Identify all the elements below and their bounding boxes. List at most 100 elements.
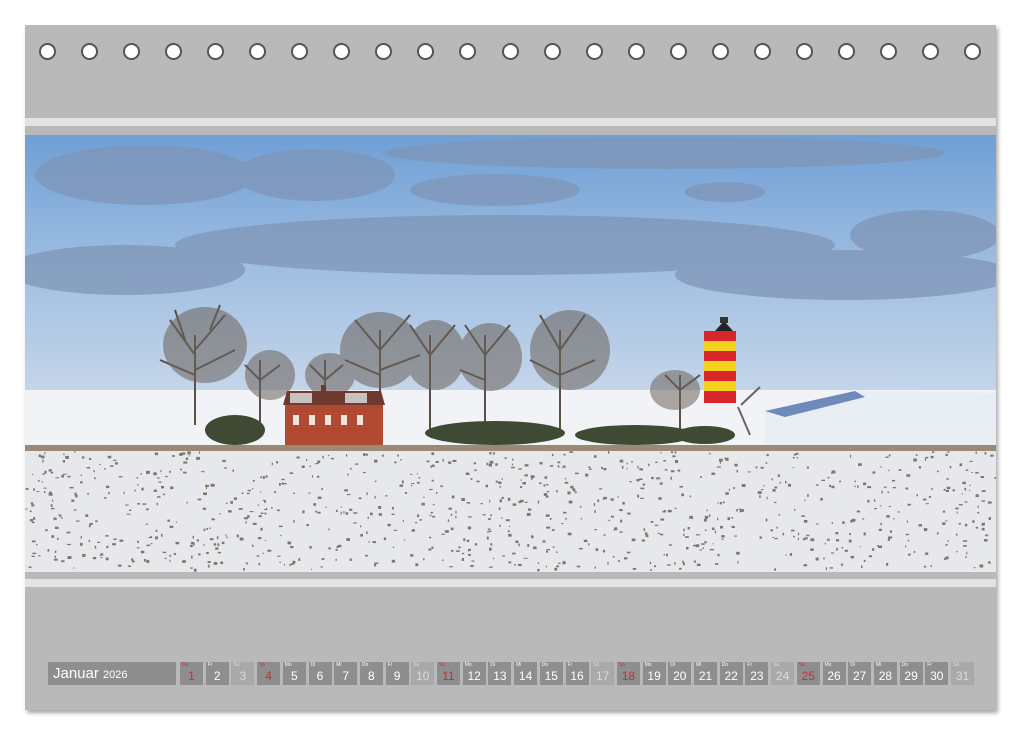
binding-hole — [711, 43, 729, 60]
day-number: 8 — [368, 669, 375, 683]
day-cell: Do 22 — [719, 662, 743, 685]
binding-hole — [501, 43, 519, 60]
day-cell: Sa 31 — [951, 662, 974, 685]
day-cell: So 18 — [616, 662, 640, 685]
weekday-label: So — [439, 662, 446, 668]
day-cell: Mi 7 — [334, 662, 358, 685]
day-cell: Mo 5 — [282, 662, 306, 685]
binding-hole — [753, 43, 771, 60]
day-number: 13 — [493, 669, 507, 683]
weekday-label: Sa — [593, 662, 600, 668]
day-cell: Mi 21 — [694, 662, 717, 685]
binding-hole — [795, 43, 813, 60]
day-cell: Sa 17 — [591, 662, 615, 685]
day-number: 18 — [621, 669, 636, 683]
day-number: 2 — [213, 669, 221, 683]
year-label: 2026 — [103, 669, 128, 681]
month-label: Januar 2026 — [48, 662, 176, 685]
month-name: Januar — [53, 665, 99, 682]
day-cell: So 11 — [437, 662, 460, 685]
binding-hole — [123, 43, 141, 60]
day-number: 11 — [442, 669, 455, 683]
day-number: 17 — [596, 669, 610, 683]
binding-hole — [81, 43, 99, 60]
day-number: 5 — [290, 669, 298, 683]
weekday-label: Di — [850, 662, 855, 668]
day-number: 10 — [416, 669, 430, 683]
binding-hole — [669, 43, 687, 60]
day-number: 31 — [955, 669, 970, 683]
weekday-label: Mi — [696, 662, 702, 668]
weekday-label: Sa — [413, 662, 420, 668]
binding-hole — [964, 43, 981, 60]
weekday-label: Fr — [927, 662, 933, 668]
day-number: 22 — [724, 669, 738, 683]
weekday-label: Di — [490, 662, 496, 668]
weekday-label: Mi — [516, 662, 522, 668]
day-cell: Di 6 — [308, 662, 332, 685]
weekday-label: Di — [670, 662, 676, 668]
day-number: 1 — [188, 669, 195, 683]
binding-hole — [375, 43, 393, 60]
binding-hole — [879, 43, 897, 60]
day-cell: So 25 — [796, 662, 820, 685]
weekday-label: Do — [182, 662, 189, 668]
day-cell: Mi 14 — [514, 662, 538, 685]
weekday-label: Sa — [953, 662, 960, 668]
top-divider — [25, 118, 996, 126]
weekday-label: Do — [361, 662, 369, 668]
day-cell: Fr 2 — [205, 662, 229, 685]
calendar-photo — [25, 135, 996, 572]
binding-hole — [249, 43, 267, 60]
day-cell: Sa 3 — [231, 662, 255, 685]
red-brick-house — [283, 385, 385, 445]
weekday-label: So — [618, 662, 626, 668]
weekday-label: Mi — [875, 662, 882, 668]
weekday-label: Mo — [464, 662, 472, 668]
day-cell: Mo 12 — [462, 662, 486, 685]
day-cell: Do 1 — [180, 662, 203, 685]
weekday-label: Fr — [387, 662, 393, 668]
day-cell: Di 27 — [848, 662, 872, 685]
day-cell: Di 20 — [668, 662, 692, 685]
binding-hole — [333, 43, 351, 60]
day-number: 26 — [827, 669, 841, 683]
day-number: 16 — [570, 669, 584, 683]
day-cell: Do 15 — [539, 662, 563, 685]
day-cell: Do 8 — [359, 662, 383, 685]
binding-hole — [543, 43, 561, 60]
day-number: 19 — [647, 669, 661, 683]
day-number: 3 — [239, 669, 247, 683]
day-number: 20 — [673, 669, 687, 683]
weekday-label: Di — [310, 662, 316, 668]
day-cell: Mo 19 — [642, 662, 666, 685]
binding-hole — [417, 43, 435, 60]
weekday-label: Mo — [644, 662, 652, 668]
weekday-label: Do — [721, 662, 729, 668]
weekday-label: Fr — [747, 662, 753, 668]
day-cell: Fr 16 — [565, 662, 589, 685]
day-number: 14 — [518, 669, 533, 683]
day-cell: Mo 26 — [822, 662, 846, 685]
month-calendar-bar: Januar 2026 Do 1 Fr 2 Sa 3 So 4 Mo 5 Di 6 Mi 7 Do 8 Fr 9 S… — [48, 662, 974, 685]
binding-hole — [207, 43, 225, 60]
binding-hole — [837, 43, 855, 60]
weekday-label: Mo — [824, 662, 832, 668]
binding-hole — [627, 43, 645, 60]
day-cell: Di 13 — [488, 662, 512, 685]
day-number: 4 — [265, 669, 272, 683]
weekday-label: So — [798, 662, 805, 668]
day-cell: Sa 10 — [411, 662, 435, 685]
day-cell: Fr 9 — [385, 662, 409, 685]
binding-hole — [291, 43, 309, 60]
bottom-divider — [25, 579, 996, 587]
weekday-label: Fr — [207, 662, 213, 668]
day-cell: Mi 28 — [873, 662, 897, 685]
day-number: 12 — [467, 669, 481, 683]
day-cell: Fr 30 — [925, 662, 949, 685]
calendar-sheet: Januar 2026 Do 1 Fr 2 Sa 3 So 4 Mo 5 Di 6 Mi 7 Do 8 Fr 9 S… — [25, 25, 996, 710]
day-cell: So 4 — [257, 662, 281, 685]
day-number: 28 — [878, 669, 893, 683]
day-number: 25 — [801, 669, 815, 683]
day-cell: Fr 23 — [745, 662, 769, 685]
